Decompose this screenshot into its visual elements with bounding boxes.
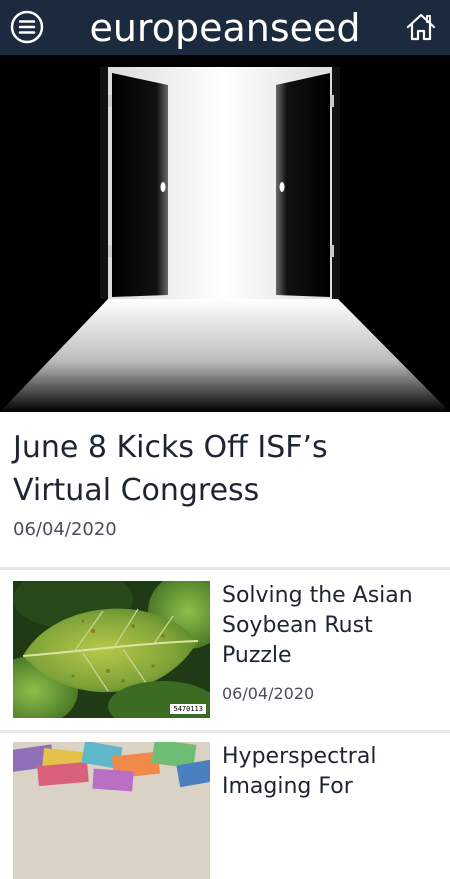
feature-image[interactable] (0, 55, 450, 412)
site-logo[interactable]: europeanseed (0, 0, 450, 55)
article-title[interactable]: Hyperspectral Imaging For (222, 742, 432, 802)
menu-button[interactable] (10, 10, 44, 44)
feature-article-title[interactable]: June 8 Kicks Off ISF’s Virtual Congress (13, 426, 433, 512)
article-date: 06/04/2020 (222, 684, 315, 703)
feature-article-date: 06/04/2020 (13, 519, 117, 540)
home-icon (406, 13, 436, 41)
article-title[interactable]: Solving the Asian Soybean Rust Puzzle (222, 581, 432, 671)
image-credit-badge: 5470113 (170, 704, 206, 714)
divider (0, 730, 450, 733)
divider (0, 567, 450, 570)
menu-icon (10, 10, 44, 44)
article-thumbnail[interactable] (13, 742, 210, 879)
article-thumbnail[interactable]: 5470113 (13, 581, 210, 718)
home-button[interactable] (404, 10, 438, 44)
top-nav-bar: europeanseed (0, 0, 450, 55)
